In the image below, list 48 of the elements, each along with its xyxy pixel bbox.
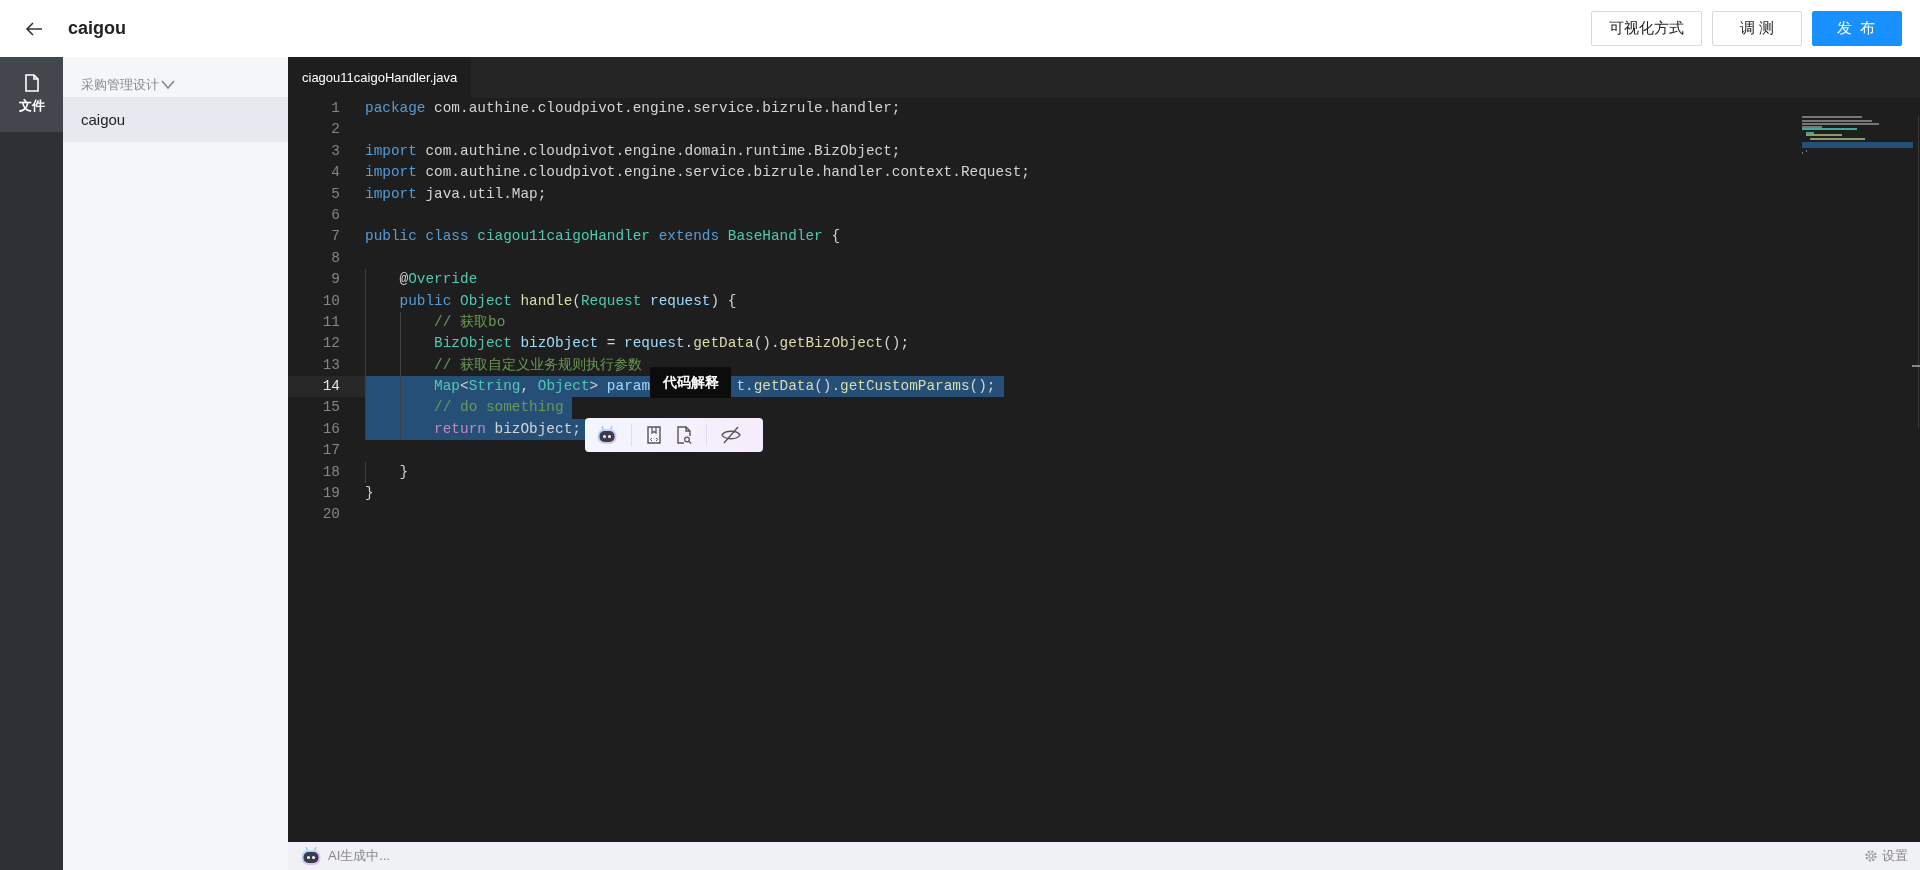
robot-icon[interactable] [596,424,618,446]
line-number: 14 [288,376,365,398]
file-code-icon[interactable] [645,425,663,445]
tree-title: 采购管理设计 [81,76,159,94]
robot-icon[interactable] [300,845,322,867]
hide-icon[interactable] [720,425,742,445]
code-line: // 获取自定义业务规则执行参数 [433,355,642,375]
line-number: 19 [321,484,341,504]
line-number: 2 [330,120,341,140]
line-number: 1 [330,99,341,118]
status-message: AI生成中... [328,847,391,865]
rail-item[interactable]: 文件 [0,57,63,132]
line-number: 18 [321,462,341,482]
tooltip: 代码解释 [650,367,731,398]
code-line: // 获取bo [433,312,506,332]
code-line: import com.authine.cloudpivot.engine.service.bizrule.handler.context.Request; [365,163,1030,183]
file-tab[interactable]: ciagou11caigoHandler.java [288,57,472,98]
tree-item[interactable]: caigou [63,97,288,142]
page-title: caigou [68,18,126,39]
line-number: 13 [321,355,341,375]
line-number: 12 [321,334,341,354]
line-number: 3 [330,141,341,161]
line-number: 16 [321,419,341,439]
line-number: 6 [330,205,341,225]
code-line: } [398,462,409,482]
code-line: package com.authine.cloudpivot.engine.service.bizrule.handler; [365,99,901,118]
code-line: import com.authine.cloudpivot.engine.domain.runtime.BizObject; [365,141,901,161]
toolbar-button[interactable]: 可视化方式 [1591,11,1702,46]
line-number: 8 [330,248,341,268]
chevron-down-icon[interactable] [161,80,175,90]
code-line: BizObject bizObject = request.getData().getBizObject(); [433,334,910,354]
toolbar-button[interactable]: 调 测 [1712,11,1802,46]
line-number: 5 [330,184,341,204]
code-line: public class ciagou11caigoHandler extends BaseHandler { [365,227,841,247]
code-line: import java.util.Map; [365,184,547,204]
line-number: 9 [330,270,341,290]
line-number: 10 [321,291,341,311]
code-line: @Override [398,270,478,290]
line-number: 20 [321,505,341,525]
code-line: } [365,484,374,504]
line-number: 7 [330,227,341,247]
line-number: 15 [321,398,341,418]
code-line: public Object handle(Request request) { [398,291,737,311]
file-search-icon[interactable] [675,425,693,445]
line-number: 11 [321,312,341,332]
line-number: 4 [330,163,341,183]
file-icon [23,74,40,93]
line-number: 17 [321,441,341,461]
